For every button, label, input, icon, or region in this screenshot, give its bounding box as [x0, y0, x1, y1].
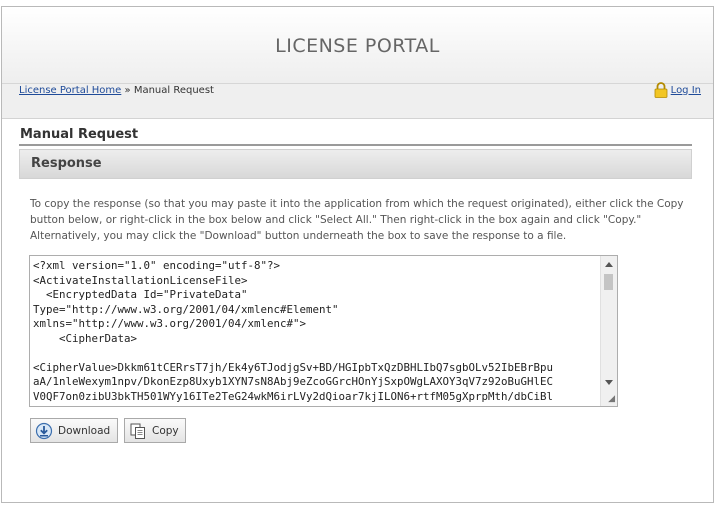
scroll-down-icon[interactable]: [605, 380, 613, 385]
section-title: Manual Request: [20, 127, 139, 142]
lock-icon: [654, 82, 668, 98]
breadcrumb: License Portal Home » Manual Request: [19, 85, 214, 96]
resize-grip-icon[interactable]: ◢: [608, 394, 615, 404]
copy-icon: [130, 423, 145, 439]
instructions-text: To copy the response (so that you may pa…: [30, 198, 684, 242]
login-area[interactable]: Log In: [654, 82, 701, 98]
response-header: Response: [19, 149, 692, 179]
response-title: Response: [31, 156, 102, 171]
response-text[interactable]: <?xml version="1.0" encoding="utf-8"?> <…: [33, 259, 601, 405]
page-header: LICENSE PORTAL: [2, 7, 713, 84]
breadcrumb-home-link[interactable]: License Portal Home: [19, 85, 121, 96]
vertical-scrollbar[interactable]: [600, 256, 617, 406]
page-title: LICENSE PORTAL: [275, 35, 440, 57]
download-icon: [35, 422, 53, 439]
breadcrumb-current: Manual Request: [133, 85, 214, 96]
scroll-thumb[interactable]: [604, 274, 613, 290]
download-button[interactable]: Download: [30, 418, 118, 443]
login-link[interactable]: Log In: [671, 85, 701, 96]
breadcrumb-separator: »: [124, 85, 131, 96]
copy-label: Copy: [152, 424, 179, 437]
section-divider: [19, 144, 692, 146]
response-textarea[interactable]: <?xml version="1.0" encoding="utf-8"?> <…: [29, 255, 618, 407]
copy-button[interactable]: Copy: [124, 418, 186, 443]
download-label: Download: [58, 424, 111, 437]
scroll-up-icon[interactable]: [605, 262, 613, 267]
